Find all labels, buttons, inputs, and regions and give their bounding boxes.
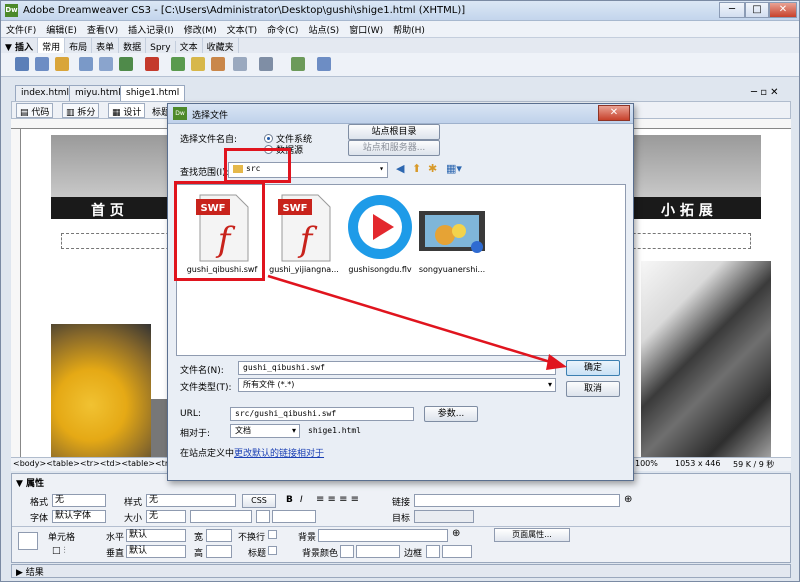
annotation-arrow xyxy=(267,274,567,370)
dreamweaver-window: Dw Adobe Dreamweaver CS3 - [C:\Users\Adm… xyxy=(0,0,800,582)
